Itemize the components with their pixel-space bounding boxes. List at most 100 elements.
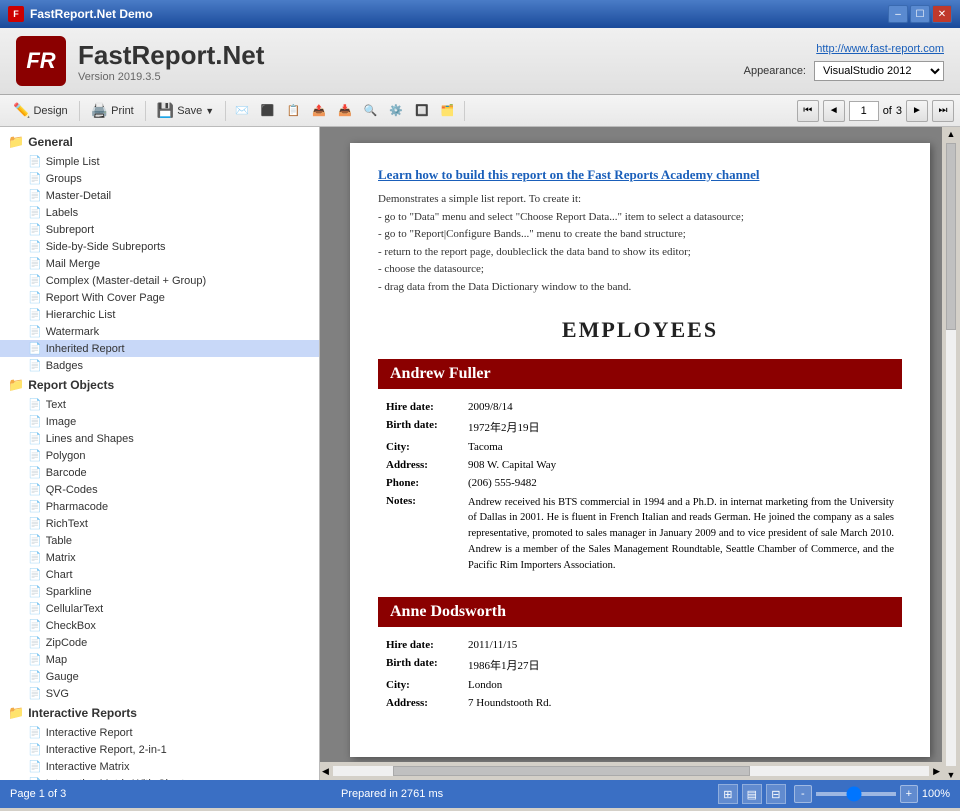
sidebar-item-map[interactable]: Map <box>0 651 319 668</box>
sidebar-item-text[interactable]: Text <box>0 396 319 413</box>
table-row: Birth date: 1986年1月27日 <box>380 655 900 675</box>
toolbar-btn-2[interactable]: 📋 <box>282 100 306 121</box>
sidebar-item-mail-merge[interactable]: Mail Merge <box>0 255 319 272</box>
sidebar-item-gauge[interactable]: Gauge <box>0 668 319 685</box>
next-page-button[interactable]: ► <box>906 100 928 122</box>
design-label: Design <box>33 105 67 117</box>
sidebar-item-table[interactable]: Table <box>0 532 319 549</box>
city-value: London <box>462 677 900 693</box>
sidebar-item-pharmacode[interactable]: Pharmacode <box>0 498 319 515</box>
sidebar-item-matrix[interactable]: Matrix <box>0 549 319 566</box>
address-label: Address: <box>380 695 460 711</box>
website-link[interactable]: http://www.fast-report.com <box>816 43 944 55</box>
tree-group-report-objects-header[interactable]: 📁 Report Objects <box>0 374 319 396</box>
tree-group-general-header[interactable]: 📁 General <box>0 131 319 153</box>
sidebar-item-barcode[interactable]: Barcode <box>0 464 319 481</box>
doc-icon <box>28 172 42 185</box>
toolbar-btn-7[interactable]: 🔲 <box>410 100 434 121</box>
status-icon-3[interactable]: ⊟ <box>766 784 786 804</box>
sidebar-item-interactive-report-2in1[interactable]: Interactive Report, 2-in-1 <box>0 741 319 758</box>
scroll-thumb[interactable] <box>946 143 956 330</box>
sidebar-item-master-detail[interactable]: Master-Detail <box>0 187 319 204</box>
sidebar-item-lines-and-shapes[interactable]: Lines and Shapes <box>0 430 319 447</box>
sidebar-item-cellulartext[interactable]: CellularText <box>0 600 319 617</box>
doc-icon <box>28 308 42 321</box>
zoom-minus-button[interactable]: - <box>794 785 812 803</box>
doc-icon <box>28 155 42 168</box>
toolbar-btn-8[interactable]: 🗂️ <box>436 100 460 121</box>
sidebar-item-side-by-side-subreports[interactable]: Side-by-Side Subreports <box>0 238 319 255</box>
scroll-up-button[interactable]: ▲ <box>947 129 956 139</box>
maximize-button[interactable]: ☐ <box>910 5 930 23</box>
sidebar-item-complex[interactable]: Complex (Master-detail + Group) <box>0 272 319 289</box>
sidebar-item-image[interactable]: Image <box>0 413 319 430</box>
sidebar-item-groups[interactable]: Groups <box>0 170 319 187</box>
sidebar-item-hierarchic-list[interactable]: Hierarchic List <box>0 306 319 323</box>
toolbar-btn-1[interactable]: ⬛ <box>256 100 280 121</box>
sidebar-item-svg[interactable]: SVG <box>0 685 319 702</box>
item-label: CellularText <box>46 603 103 615</box>
sidebar-item-checkbox[interactable]: CheckBox <box>0 617 319 634</box>
scroll-down-button[interactable]: ▼ <box>947 770 956 780</box>
h-scroll-thumb[interactable] <box>393 766 751 776</box>
sidebar-item-interactive-matrix[interactable]: Interactive Matrix <box>0 758 319 775</box>
doc-icon <box>28 653 42 666</box>
vertical-scrollbar[interactable]: ▲ ▼ <box>942 127 960 780</box>
phone-value: (206) 555-9482 <box>462 475 900 491</box>
print-icon: 🖨️ <box>91 102 108 119</box>
toolbar-btn-4[interactable]: 📥 <box>333 100 357 121</box>
app-header: FR FastReport.Net Version 2019.3.5 http:… <box>0 28 960 95</box>
academy-link[interactable]: Learn how to build this report on the Fa… <box>378 167 759 182</box>
prev-page-button[interactable]: ◄ <box>823 100 845 122</box>
close-button[interactable]: ✕ <box>932 5 952 23</box>
tree-group-general: 📁 General Simple List Groups Master-Deta… <box>0 131 319 374</box>
h-scroll-track <box>333 766 929 776</box>
status-icon-1[interactable]: ⊞ <box>718 784 738 804</box>
toolbar-btn-3[interactable]: 📤 <box>307 100 331 121</box>
scroll-right-button[interactable]: ▶ <box>933 766 940 777</box>
zoom-plus-button[interactable]: + <box>900 785 918 803</box>
sidebar-item-labels[interactable]: Labels <box>0 204 319 221</box>
sidebar-item-interactive-matrix-with-chart[interactable]: Interactive Matrix With Chart <box>0 775 319 780</box>
sidebar-item-zipcode[interactable]: ZipCode <box>0 634 319 651</box>
main-toolbar: ✏️ Design 🖨️ Print 💾 Save ▼ ✉️ ⬛ 📋 📤 📥 🔍… <box>0 95 960 127</box>
tree-group-interactive-reports-header[interactable]: 📁 Interactive Reports <box>0 702 319 724</box>
item-label: Simple List <box>46 156 100 168</box>
sidebar-item-simple-list[interactable]: Simple List <box>0 153 319 170</box>
toolbar-btn-6[interactable]: ⚙️ <box>384 100 408 121</box>
zoom-slider[interactable] <box>816 792 896 796</box>
item-label: Hierarchic List <box>46 309 116 321</box>
page-number-input[interactable]: 1 <box>849 101 879 121</box>
sidebar-item-interactive-report[interactable]: Interactive Report <box>0 724 319 741</box>
sidebar-item-watermark[interactable]: Watermark <box>0 323 319 340</box>
sidebar-item-polygon[interactable]: Polygon <box>0 447 319 464</box>
sidebar-item-chart[interactable]: Chart <box>0 566 319 583</box>
sidebar-item-subreport[interactable]: Subreport <box>0 221 319 238</box>
last-page-button[interactable]: ⏭ <box>932 100 954 122</box>
doc-icon <box>28 223 42 236</box>
sidebar-item-badges[interactable]: Badges <box>0 357 319 374</box>
minimize-button[interactable]: – <box>888 5 908 23</box>
status-icons: ⊞ ▤ ⊟ <box>718 784 786 804</box>
print-button[interactable]: 🖨️ Print <box>84 98 141 123</box>
sidebar-item-sparkline[interactable]: Sparkline <box>0 583 319 600</box>
design-button[interactable]: ✏️ Design <box>6 98 75 123</box>
item-label: Interactive Report, 2-in-1 <box>46 744 167 756</box>
print-label: Print <box>111 105 134 117</box>
report-page: Learn how to build this report on the Fa… <box>350 143 930 757</box>
email-button[interactable]: ✉️ <box>230 100 254 121</box>
first-page-button[interactable]: ⏮ <box>797 100 819 122</box>
scroll-left-button[interactable]: ◀ <box>322 766 329 777</box>
appearance-select[interactable]: VisualStudio 2012 <box>814 61 944 81</box>
sidebar-item-richtext[interactable]: RichText <box>0 515 319 532</box>
doc-icon <box>28 466 42 479</box>
item-label: Barcode <box>46 467 87 479</box>
sidebar-item-report-with-cover-page[interactable]: Report With Cover Page <box>0 289 319 306</box>
status-icon-2[interactable]: ▤ <box>742 784 762 804</box>
toolbar-btn-5[interactable]: 🔍 <box>359 100 383 121</box>
save-button[interactable]: 💾 Save ▼ <box>150 98 221 123</box>
sidebar-item-inherited-report[interactable]: Inherited Report <box>0 340 319 357</box>
header-right: http://www.fast-report.com Appearance: V… <box>744 41 944 81</box>
horizontal-scrollbar[interactable]: ◀ ▶ <box>320 762 942 780</box>
sidebar-item-qr-codes[interactable]: QR-Codes <box>0 481 319 498</box>
